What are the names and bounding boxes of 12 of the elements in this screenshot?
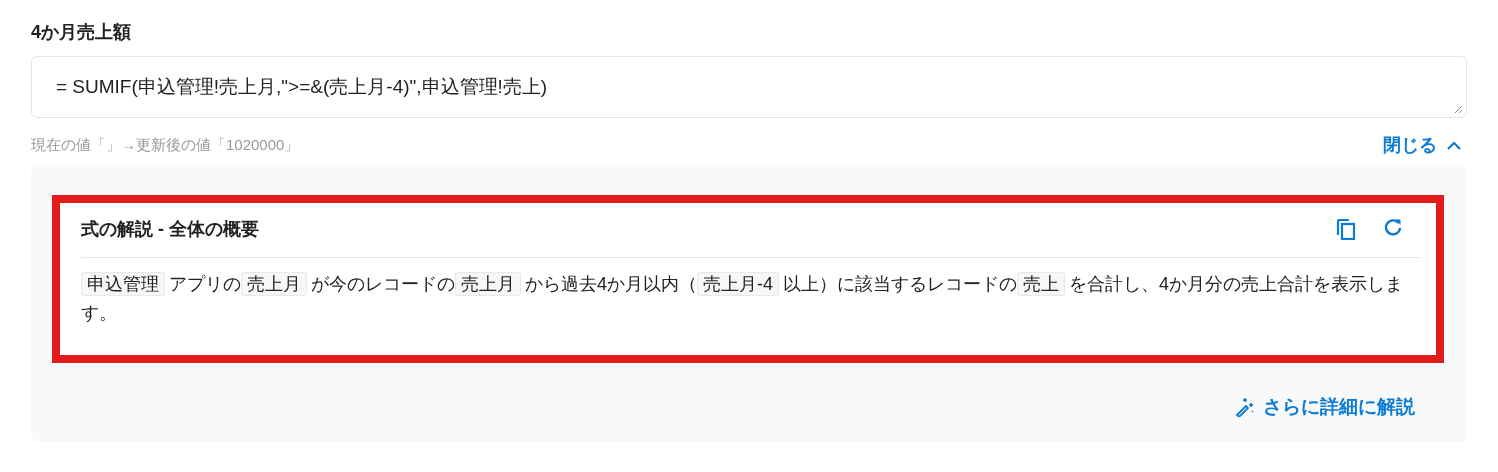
collapse-link[interactable]: 閉じる: [1383, 133, 1467, 157]
value-hint: 現在の値「」→更新後の値「1020000」: [31, 135, 300, 155]
explain-more-button[interactable]: さらに詳細に解説: [1229, 393, 1421, 421]
field-label: 4か月売上額: [31, 21, 132, 44]
resize-grip-icon[interactable]: [1454, 105, 1463, 114]
copy-icon[interactable]: [1336, 218, 1356, 240]
magic-wand-icon: [1235, 397, 1255, 417]
explanation-title: 式の解説 - 全体の概要: [81, 218, 259, 241]
formula-field[interactable]: = SUMIF(申込管理!売上月,">=&(売上月-4)",申込管理!売上): [31, 56, 1467, 118]
refresh-icon[interactable]: [1384, 218, 1402, 236]
explanation-text: 申込管理 アプリの 売上月 が今のレコードの 売上月 から過去4か月以内（ 売上月-4 以上）に該当するレコードの 売上 を合計し、4か月分の売上合計を表示します。: [81, 271, 1405, 325]
chevron-icon: [1447, 140, 1461, 150]
